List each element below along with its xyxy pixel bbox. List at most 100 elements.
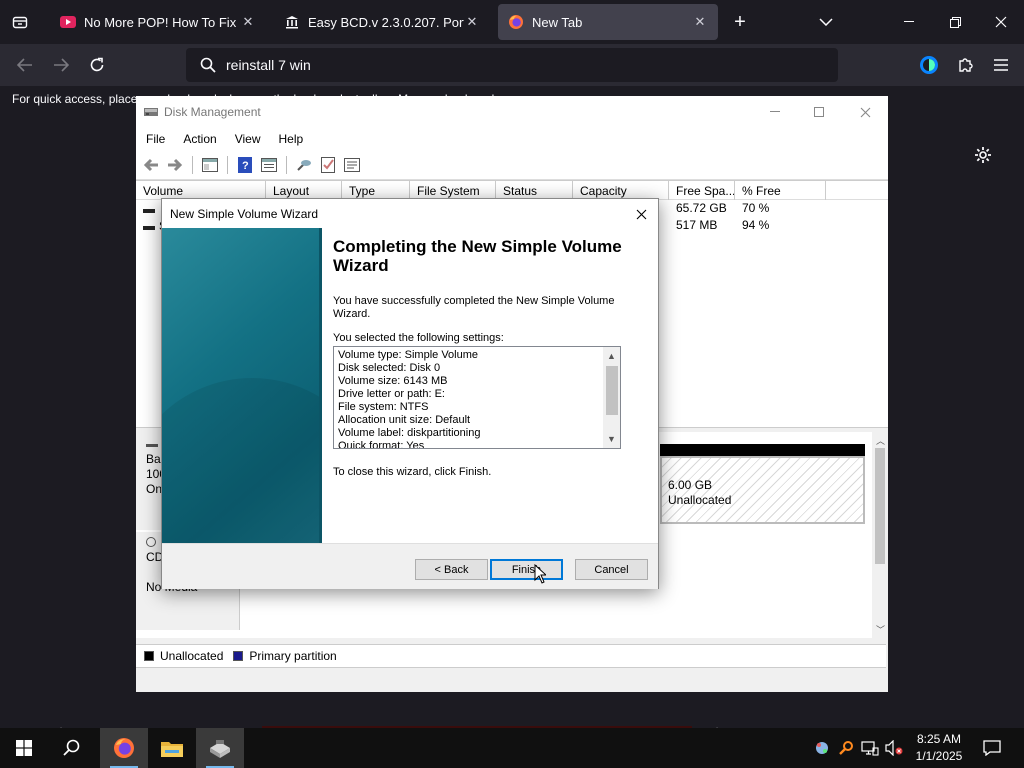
tab-title: No More POP! How To Fix Popping bbox=[84, 14, 240, 30]
tab-title: New Tab bbox=[532, 14, 583, 30]
settings-list: Volume type: Simple Volume Disk selected… bbox=[338, 349, 600, 448]
unallocated-partition[interactable]: 6.00 GB Unallocated bbox=[660, 456, 865, 524]
banner-decoration bbox=[162, 378, 322, 543]
row-percent-free: 70 % bbox=[742, 201, 770, 215]
vpn-shield-icon[interactable] bbox=[914, 50, 944, 80]
back-arrow-icon[interactable] bbox=[10, 50, 40, 80]
disk-pane-scrollbar[interactable]: ︿ ﹀ bbox=[872, 432, 888, 638]
scroll-up-icon[interactable]: ▲ bbox=[603, 348, 620, 364]
notifications-icon[interactable] bbox=[982, 738, 1002, 758]
browser-tab-strip: No More POP! How To Fix Popping ✕ Easy B… bbox=[0, 0, 1024, 44]
scroll-thumb[interactable] bbox=[875, 448, 885, 564]
row-percent-free: 94 % bbox=[742, 218, 770, 232]
mouse-cursor-icon bbox=[534, 564, 546, 584]
windows-taskbar: 8:25 AM 1/1/2025 bbox=[0, 728, 1024, 768]
legend-label-primary: Primary partition bbox=[249, 649, 337, 663]
back-arrow-icon[interactable] bbox=[142, 156, 160, 174]
setting-line: File system: NTFS bbox=[338, 401, 429, 413]
wizard-title-bar[interactable]: New Simple Volume Wizard bbox=[162, 199, 658, 228]
unallocated-label: Unallocated bbox=[668, 493, 732, 507]
row-free-space: 517 MB bbox=[676, 218, 718, 232]
properties-icon[interactable] bbox=[260, 156, 278, 174]
url-input-value[interactable]: reinstall 7 win bbox=[226, 57, 311, 73]
tab-easybcd[interactable]: Easy BCD.v 2.3.0.207. Portable : Free ✕ bbox=[274, 4, 490, 40]
setting-line: Volume size: 6143 MB bbox=[338, 375, 448, 387]
browser-nav-bar: reinstall 7 win bbox=[0, 44, 1024, 86]
url-bar[interactable]: reinstall 7 win bbox=[186, 48, 838, 82]
back-button[interactable]: < Back bbox=[415, 559, 488, 580]
scroll-down-icon[interactable]: ﹀ bbox=[876, 623, 885, 636]
system-clock[interactable]: 8:25 AM 1/1/2025 bbox=[910, 731, 968, 765]
new-simple-volume-wizard-dialog: New Simple Volume Wizard Completing the … bbox=[161, 198, 659, 589]
legend-label-unallocated: Unallocated bbox=[160, 649, 224, 663]
settings-scrollbar[interactable]: ▲ ▼ bbox=[603, 347, 620, 448]
clock-date: 1/1/2025 bbox=[915, 749, 963, 763]
settings-summary-box[interactable]: Volume type: Simple Volume Disk selected… bbox=[333, 346, 621, 449]
tab-title: Easy BCD.v 2.3.0.207. Portable : Free bbox=[308, 14, 464, 30]
restore-window-button[interactable] bbox=[932, 0, 978, 44]
column-header-percent-free[interactable]: % Free bbox=[735, 181, 826, 200]
row-free-space: 65.72 GB bbox=[676, 201, 727, 215]
taskbar-file-explorer-icon[interactable] bbox=[148, 728, 196, 768]
toolbar: ? bbox=[136, 150, 888, 180]
close-button[interactable] bbox=[842, 96, 888, 128]
tab-youtube[interactable]: No More POP! How To Fix Popping ✕ bbox=[50, 4, 266, 40]
help-icon[interactable]: ? bbox=[236, 156, 254, 174]
drive-icon bbox=[143, 208, 155, 213]
setting-line: Volume type: Simple Volume bbox=[338, 349, 479, 361]
forward-arrow-icon[interactable] bbox=[46, 50, 76, 80]
tab-new-tab[interactable]: New Tab ✕ bbox=[498, 4, 718, 40]
archive-building-icon bbox=[284, 14, 300, 30]
new-tab-settings-gear-icon[interactable] bbox=[970, 142, 996, 168]
drive-icon bbox=[143, 225, 155, 230]
menu-file[interactable]: File bbox=[136, 132, 173, 146]
menu-view[interactable]: View bbox=[225, 132, 269, 146]
scroll-down-icon[interactable]: ▼ bbox=[603, 431, 620, 447]
menu-bar: File Action View Help bbox=[136, 128, 888, 150]
close-instruction: To close this wizard, click Finish. bbox=[333, 466, 492, 478]
connect-disk-icon[interactable] bbox=[295, 156, 313, 174]
disk-management-title-bar[interactable]: Disk Management bbox=[136, 96, 888, 128]
list-all-tabs-icon[interactable] bbox=[812, 8, 840, 36]
banner-edge bbox=[319, 228, 322, 543]
start-windows-icon[interactable] bbox=[0, 728, 48, 768]
legend-swatch-unallocated bbox=[144, 651, 154, 661]
extensions-puzzle-icon[interactable] bbox=[950, 50, 980, 80]
legend: Unallocated Primary partition bbox=[136, 644, 886, 668]
close-tab-icon[interactable]: ✕ bbox=[464, 14, 480, 30]
cancel-button[interactable]: Cancel bbox=[575, 559, 648, 580]
finish-button[interactable]: Finish bbox=[490, 559, 563, 580]
tray-search-key-icon[interactable] bbox=[837, 738, 855, 758]
new-tab-button[interactable]: + bbox=[726, 8, 754, 36]
taskbar-firefox-icon[interactable] bbox=[100, 728, 148, 768]
search-icon[interactable] bbox=[48, 728, 96, 768]
menu-hamburger-icon[interactable] bbox=[986, 50, 1016, 80]
tray-volume-muted-icon[interactable] bbox=[885, 738, 903, 758]
menu-help[interactable]: Help bbox=[269, 132, 312, 146]
minimize-window-button[interactable] bbox=[886, 0, 932, 44]
tray-shield-icon[interactable] bbox=[813, 738, 831, 758]
scroll-up-icon[interactable]: ︿ bbox=[876, 434, 885, 447]
svg-text:?: ? bbox=[242, 160, 249, 172]
clock-time: 8:25 AM bbox=[916, 732, 962, 746]
tab-overview-icon[interactable] bbox=[6, 8, 34, 36]
minimize-button[interactable] bbox=[752, 96, 798, 128]
disk-management-app-icon bbox=[144, 105, 158, 117]
taskbar-disk-management-icon[interactable] bbox=[196, 728, 244, 768]
reload-icon[interactable] bbox=[82, 50, 112, 80]
forward-arrow-icon[interactable] bbox=[166, 156, 184, 174]
tray-network-icon[interactable] bbox=[861, 738, 879, 758]
scroll-thumb[interactable] bbox=[606, 366, 618, 415]
maximize-button[interactable] bbox=[796, 96, 842, 128]
wizard-close-icon[interactable] bbox=[628, 201, 654, 227]
close-tab-icon[interactable]: ✕ bbox=[692, 14, 708, 30]
column-header-free-space[interactable]: Free Spa... bbox=[669, 181, 735, 200]
view-list-icon[interactable] bbox=[343, 156, 361, 174]
checklist-icon[interactable] bbox=[319, 156, 337, 174]
menu-action[interactable]: Action bbox=[173, 132, 224, 146]
wizard-button-bar: < Back Finish Cancel bbox=[162, 543, 658, 589]
setting-line: Volume label: diskpartitioning bbox=[338, 427, 481, 439]
close-tab-icon[interactable]: ✕ bbox=[240, 14, 256, 30]
console-tree-icon[interactable] bbox=[201, 156, 219, 174]
close-window-button[interactable] bbox=[978, 0, 1024, 44]
